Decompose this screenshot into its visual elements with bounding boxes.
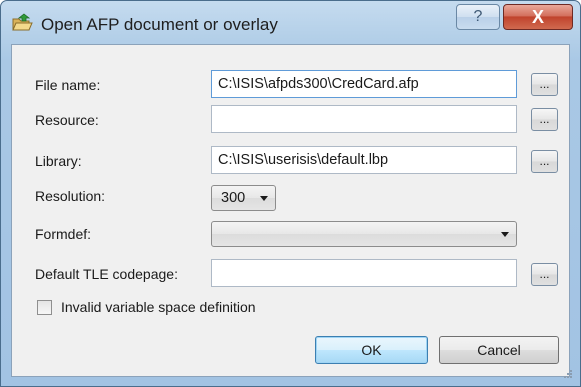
help-icon: ? [473,8,483,25]
title-bar[interactable]: Open AFP document or overlay ? X [1,1,580,43]
ok-button[interactable]: OK [315,336,428,364]
dialog-client-area: File name: C:\ISIS\afpds300\CredCard.afp… [11,44,570,377]
resolution-label: Resolution: [35,188,106,204]
resize-grip-icon[interactable] [561,369,573,381]
dialog-window: Open AFP document or overlay ? X File na… [0,0,581,387]
folder-open-icon [12,13,33,31]
file-name-input[interactable]: C:\ISIS\afpds300\CredCard.afp [211,70,517,98]
formdef-label: Formdef: [35,226,92,242]
file-name-label: File name: [35,77,101,93]
chevron-down-icon [260,196,268,201]
invalid-space-label: Invalid variable space definition [61,299,256,315]
close-icon: X [531,6,544,27]
resolution-value: 300 [221,190,246,206]
window-title: Open AFP document or overlay [41,15,278,34]
library-input[interactable]: C:\ISIS\userisis\default.lbp [211,146,517,174]
chevron-down-icon [501,232,509,237]
close-button[interactable]: X [503,4,573,30]
resolution-select[interactable]: 300 [211,185,276,211]
tle-codepage-input[interactable] [211,259,517,287]
library-label: Library: [35,153,82,169]
formdef-select[interactable] [211,221,517,247]
file-name-browse-button[interactable]: ... [531,73,558,96]
tle-codepage-label: Default TLE codepage: [35,266,178,282]
resource-browse-button[interactable]: ... [531,108,558,131]
cancel-button[interactable]: Cancel [439,336,559,364]
tle-codepage-browse-button[interactable]: ... [531,263,558,286]
help-button[interactable]: ? [456,4,500,30]
library-browse-button[interactable]: ... [531,150,558,173]
resource-input[interactable] [211,105,517,133]
resource-label: Resource: [35,112,99,128]
invalid-space-checkbox[interactable] [37,300,52,315]
